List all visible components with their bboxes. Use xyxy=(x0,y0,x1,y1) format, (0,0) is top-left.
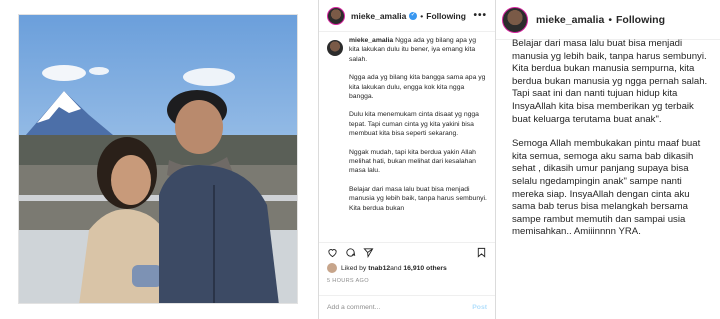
caption-paragraph-2: Ngga ada yg bilang kita bangga sama apa … xyxy=(349,74,486,101)
separator-dot: • xyxy=(420,10,424,21)
separator-dot: • xyxy=(608,13,612,26)
heart-icon[interactable] xyxy=(327,247,338,258)
zoom-caption-text: Belajar dari masa lalu buat bisa menjadi… xyxy=(512,38,714,319)
share-icon[interactable] xyxy=(363,247,374,258)
post-photo[interactable] xyxy=(18,14,298,304)
liker-avatar xyxy=(327,263,337,273)
zoom-paragraph-1: Belajar dari masa lalu buat bisa menjadi… xyxy=(512,38,708,125)
username-link[interactable]: mieke_amalia xyxy=(536,14,604,26)
caption-username[interactable]: mieke_amalia xyxy=(349,37,393,44)
caption-paragraph-4: Nggak mudah, tapi kita berdua yakin Alla… xyxy=(349,148,476,175)
caption-area: mieke_amalia Ngga ada yg bilang apa yg k… xyxy=(327,36,487,240)
comment-icon[interactable] xyxy=(345,247,356,258)
verified-icon xyxy=(409,11,418,20)
username-link[interactable]: mieke_amalia xyxy=(351,11,406,21)
post-panel: mieke_amalia • Following ••• mieke_amali… xyxy=(318,0,496,319)
following-button[interactable]: Following xyxy=(616,14,665,26)
post-comment-button[interactable]: Post xyxy=(472,304,487,311)
zoom-panel: mieke_amalia • Following Belajar dari ma… xyxy=(496,0,720,319)
likes-row: Liked by tnab12 and 16,910 others xyxy=(327,263,447,273)
comment-input[interactable]: Add a comment... xyxy=(327,304,380,311)
caption-avatar[interactable] xyxy=(327,40,343,56)
avatar[interactable] xyxy=(327,6,345,25)
liked-by-prefix: Liked by xyxy=(341,264,367,272)
caption-text: mieke_amalia Ngga ada yg bilang apa yg k… xyxy=(349,36,487,240)
liked-by-user[interactable]: tnab12 xyxy=(368,265,390,272)
comment-row: Add a comment... Post xyxy=(319,295,495,319)
photo-illustration xyxy=(19,15,297,303)
more-icon[interactable]: ••• xyxy=(473,10,487,21)
avatar[interactable] xyxy=(502,6,528,33)
bookmark-icon[interactable] xyxy=(476,247,487,258)
zoom-header: mieke_amalia • Following xyxy=(496,0,720,40)
post-timestamp[interactable]: 5 HOURS AGO xyxy=(327,278,369,284)
caption-paragraph-1: mieke_amalia Ngga ada yg bilang apa yg k… xyxy=(349,36,487,64)
following-button[interactable]: Following xyxy=(426,11,466,21)
caption-paragraph-5: Belajar dari masa lalu buat bisa menjadi… xyxy=(349,185,487,212)
liked-by-and: and xyxy=(390,264,402,272)
zoom-paragraph-2: Semoga Allah membukakan pintu maaf buat … xyxy=(512,138,701,238)
post-actions xyxy=(319,242,495,262)
post-header: mieke_amalia • Following ••• xyxy=(319,0,495,32)
photo-panel xyxy=(0,0,318,319)
liked-by-others[interactable]: 16,910 others xyxy=(403,265,446,272)
caption-paragraph-3: Dulu kita menemukam cinta disaat yg ngga… xyxy=(349,111,479,138)
